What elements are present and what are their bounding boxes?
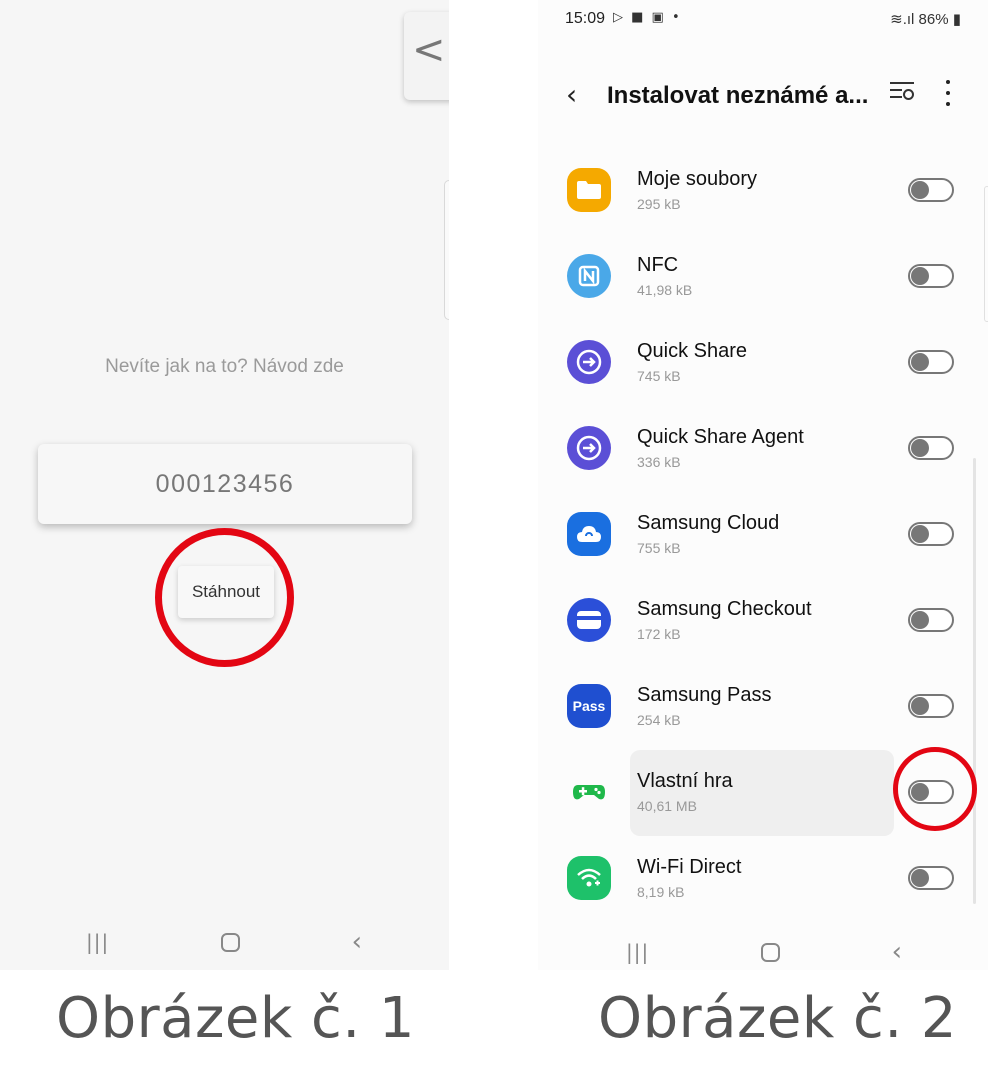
edge-panel-handle[interactable] [444,180,449,320]
status-time: 15:09 [565,10,606,27]
list-item[interactable]: Quick Share 745 kB [538,322,988,408]
back-icon[interactable]: ‹ [892,939,902,965]
list-item[interactable]: Pass Samsung Pass 254 kB [538,666,988,752]
caption-2: Obrázek č. 2 [598,986,958,1051]
app-name: Quick Share [637,340,748,362]
code-value: 000123456 [155,469,295,498]
help-link[interactable]: Nevíte jak na to? Návod zde [0,356,449,378]
cloud-icon [567,512,611,556]
chevron-left-icon: < [412,27,446,73]
wifi-direct-icon [567,856,611,900]
pass-icon-text: Pass [572,698,606,714]
toggle-switch[interactable] [908,522,954,546]
screen-1: < Nevíte jak na to? Návod zde 000123456 … [0,0,449,970]
back-icon[interactable]: ‹ [352,929,362,955]
app-size: 8,19 kB [637,884,685,900]
toggle-switch[interactable] [908,866,954,890]
list-item[interactable]: Vlastní hra 40,61 MB [538,750,988,838]
app-name: Quick Share Agent [637,426,804,448]
navigation-bar: ||| ‹ [626,938,902,966]
back-arrow-icon[interactable]: ‹ [566,78,577,111]
home-icon[interactable] [220,932,240,952]
toggle-switch[interactable] [908,264,954,288]
toggle-switch[interactable] [908,436,954,460]
app-size: 41,98 kB [637,282,693,298]
status-indicators: ≋.ıl 86% ▮ [890,11,961,28]
app-name: Wi-Fi Direct [637,856,742,878]
more-options-icon[interactable] [944,80,952,106]
folder-icon [567,168,611,212]
app-size: 336 kB [637,454,681,470]
list-item[interactable]: Moje soubory 295 kB [538,150,988,236]
app-size: 295 kB [637,196,681,212]
recent-apps-icon[interactable]: ||| [86,930,109,954]
list-item[interactable]: Samsung Checkout 172 kB [538,580,988,666]
recent-apps-icon[interactable]: ||| [626,940,649,964]
app-size: 172 kB [637,626,681,642]
app-name: Samsung Cloud [637,512,780,534]
toggle-switch[interactable] [908,694,954,718]
app-name: Samsung Checkout [637,598,812,620]
code-field[interactable]: 000123456 [38,444,412,524]
quick-share-icon [567,340,611,384]
toggle-switch[interactable] [908,178,954,202]
navigation-bar: ||| ‹ [86,928,362,956]
app-size: 745 kB [637,368,681,384]
app-size: 755 kB [637,540,681,556]
list-item[interactable]: Wi-Fi Direct 8,19 kB [538,838,988,924]
pass-icon: Pass [567,684,611,728]
download-button[interactable]: Stáhnout [178,566,274,618]
app-name: NFC [637,254,679,276]
checkout-icon [567,598,611,642]
screen-2: 15:09 ▷ ■ ▣ • ≋.ıl 86% ▮ ‹ Instalovat ne… [538,0,988,970]
app-size: 254 kB [637,712,681,728]
list-item[interactable]: Samsung Cloud 755 kB [538,494,988,580]
app-name: Vlastní hra [637,770,733,792]
side-back-tab[interactable]: < [404,12,449,100]
toggle-switch[interactable] [908,350,954,374]
notification-icons: ▷ ■ ▣ • [613,10,682,25]
nfc-icon [567,254,611,298]
page-title: Instalovat neznámé a... [607,82,869,109]
quick-share-agent-icon [567,426,611,470]
caption-1: Obrázek č. 1 [56,986,416,1051]
app-list: Moje soubory 295 kB NFC 41,98 kB Quick S… [538,150,988,924]
app-size: 40,61 MB [637,798,697,814]
app-name: Samsung Pass [637,684,772,706]
list-item[interactable]: NFC 41,98 kB [538,236,988,322]
status-bar: 15:09 ▷ ■ ▣ • ≋.ıl 86% ▮ [565,10,961,32]
toggle-switch[interactable] [908,780,954,804]
row-highlight [630,750,894,836]
search-list-icon[interactable] [890,82,918,108]
toggle-switch[interactable] [908,608,954,632]
app-name: Moje soubory [637,168,758,190]
home-icon[interactable] [760,942,780,962]
gamepad-icon [567,770,611,814]
list-item[interactable]: Quick Share Agent 336 kB [538,408,988,494]
